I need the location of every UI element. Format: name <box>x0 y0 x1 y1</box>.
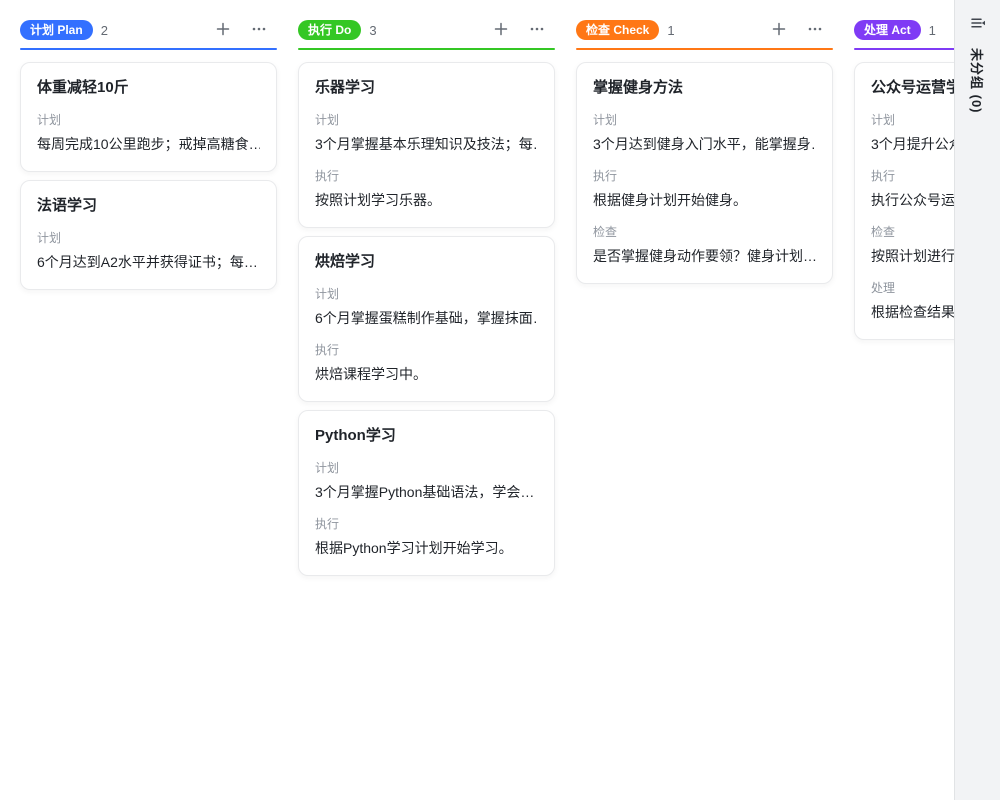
card-title: 体重减轻10斤 <box>37 77 260 99</box>
ellipsis-icon <box>807 21 823 40</box>
field-value: 根据健身计划开始健身。 <box>593 189 816 211</box>
field-label: 计划 <box>315 459 538 477</box>
field-label: 计划 <box>37 229 260 247</box>
card-count: 2 <box>101 23 108 38</box>
field-value: 3个月达到健身入门水平，能掌握身… <box>593 133 816 155</box>
field-value: 是否掌握健身动作要领？健身计划… <box>593 245 816 267</box>
kanban-column-check: 检查 Check 1 掌握健身方法 计划 3个月达到健身入门水平，能掌握身… <box>576 12 833 576</box>
field-value: 6个月掌握蛋糕制作基础，掌握抹面… <box>315 307 538 329</box>
field-label: 执行 <box>315 515 538 533</box>
record-card[interactable]: 体重减轻10斤 计划 每周完成10公里跑步；戒掉高糖食… <box>20 62 277 172</box>
ungrouped-panel: 未分组 (0) <box>954 0 1000 800</box>
plus-icon <box>771 21 787 40</box>
add-card-button[interactable] <box>211 18 235 42</box>
field-label: 检查 <box>593 223 816 241</box>
card-field: 计划 3个月达到健身入门水平，能掌握身… <box>593 111 816 155</box>
card-field: 计划 每周完成10公里跑步；戒掉高糖食… <box>37 111 260 155</box>
card-title: Python学习 <box>315 425 538 447</box>
column-header: 计划 Plan 2 <box>20 12 277 48</box>
field-label: 执行 <box>315 341 538 359</box>
card-field: 计划 3个月掌握Python基础语法，学会… <box>315 459 538 503</box>
field-value: 3个月掌握Python基础语法，学会… <box>315 481 538 503</box>
sidebar-collapse-icon <box>969 14 987 35</box>
column-more-button[interactable] <box>525 18 549 42</box>
record-card[interactable]: 烘焙学习 计划 6个月掌握蛋糕制作基础，掌握抹面… 执行 烘焙课程学习中。 <box>298 236 555 402</box>
card-title: 掌握健身方法 <box>593 77 816 99</box>
field-value: 按照计划学习乐器。 <box>315 189 538 211</box>
field-label: 计划 <box>315 111 538 129</box>
field-value: 根据Python学习计划开始学习。 <box>315 537 538 559</box>
plus-icon <box>215 21 231 40</box>
ungrouped-label[interactable]: 未分组 (0) <box>968 48 987 114</box>
card-list: 体重减轻10斤 计划 每周完成10公里跑步；戒掉高糖食… 法语学习 计划 6个月… <box>20 62 277 290</box>
card-field: 执行 按照计划学习乐器。 <box>315 167 538 211</box>
card-field: 计划 6个月达到A2水平并获得证书；每… <box>37 229 260 273</box>
status-pill[interactable]: 执行 Do <box>298 20 361 40</box>
status-pill[interactable]: 计划 Plan <box>20 20 93 40</box>
status-pill[interactable]: 处理 Act <box>854 20 921 40</box>
card-title: 法语学习 <box>37 195 260 217</box>
card-list: 掌握健身方法 计划 3个月达到健身入门水平，能掌握身… 执行 根据健身计划开始健… <box>576 62 833 284</box>
card-field: 检查 是否掌握健身动作要领？健身计划… <box>593 223 816 267</box>
card-list: 乐器学习 计划 3个月掌握基本乐理知识及技法；每… 执行 按照计划学习乐器。 烘… <box>298 62 555 576</box>
ellipsis-icon <box>251 21 267 40</box>
record-card[interactable]: Python学习 计划 3个月掌握Python基础语法，学会… 执行 根据Pyt… <box>298 410 555 576</box>
record-card[interactable]: 法语学习 计划 6个月达到A2水平并获得证书；每… <box>20 180 277 290</box>
field-label: 计划 <box>315 285 538 303</box>
kanban-column-do: 执行 Do 3 乐器学习 计划 3个月掌握基本乐理知识及技法；每… <box>298 12 555 576</box>
field-value: 烘焙课程学习中。 <box>315 363 538 385</box>
field-label: 执行 <box>593 167 816 185</box>
card-title: 烘焙学习 <box>315 251 538 273</box>
column-more-button[interactable] <box>803 18 827 42</box>
field-value: 3个月掌握基本乐理知识及技法；每… <box>315 133 538 155</box>
card-field: 计划 6个月掌握蛋糕制作基础，掌握抹面… <box>315 285 538 329</box>
card-field: 执行 烘焙课程学习中。 <box>315 341 538 385</box>
plus-icon <box>493 21 509 40</box>
record-card[interactable]: 乐器学习 计划 3个月掌握基本乐理知识及技法；每… 执行 按照计划学习乐器。 <box>298 62 555 228</box>
card-count: 3 <box>369 23 376 38</box>
card-title: 乐器学习 <box>315 77 538 99</box>
card-field: 计划 3个月掌握基本乐理知识及技法；每… <box>315 111 538 155</box>
field-value: 每周完成10公里跑步；戒掉高糖食… <box>37 133 260 155</box>
collapse-groups-button[interactable] <box>966 12 990 36</box>
record-card[interactable]: 掌握健身方法 计划 3个月达到健身入门水平，能掌握身… 执行 根据健身计划开始健… <box>576 62 833 284</box>
card-field: 执行 根据健身计划开始健身。 <box>593 167 816 211</box>
column-accent-underline <box>576 48 833 50</box>
card-count: 1 <box>667 23 674 38</box>
add-card-button[interactable] <box>767 18 791 42</box>
add-card-button[interactable] <box>489 18 513 42</box>
kanban-column-plan: 计划 Plan 2 体重减轻10斤 计划 每周完成10公里跑步；戒掉高糖食… <box>20 12 277 576</box>
column-header: 检查 Check 1 <box>576 12 833 48</box>
ellipsis-icon <box>529 21 545 40</box>
column-more-button[interactable] <box>247 18 271 42</box>
card-count: 1 <box>929 23 936 38</box>
field-label: 计划 <box>593 111 816 129</box>
column-accent-underline <box>298 48 555 50</box>
field-value: 6个月达到A2水平并获得证书；每… <box>37 251 260 273</box>
column-header: 执行 Do 3 <box>298 12 555 48</box>
status-pill[interactable]: 检查 Check <box>576 20 659 40</box>
field-label: 执行 <box>315 167 538 185</box>
column-accent-underline <box>20 48 277 50</box>
kanban-board: 计划 Plan 2 体重减轻10斤 计划 每周完成10公里跑步；戒掉高糖食… <box>20 12 1000 576</box>
card-field: 执行 根据Python学习计划开始学习。 <box>315 515 538 559</box>
field-label: 计划 <box>37 111 260 129</box>
